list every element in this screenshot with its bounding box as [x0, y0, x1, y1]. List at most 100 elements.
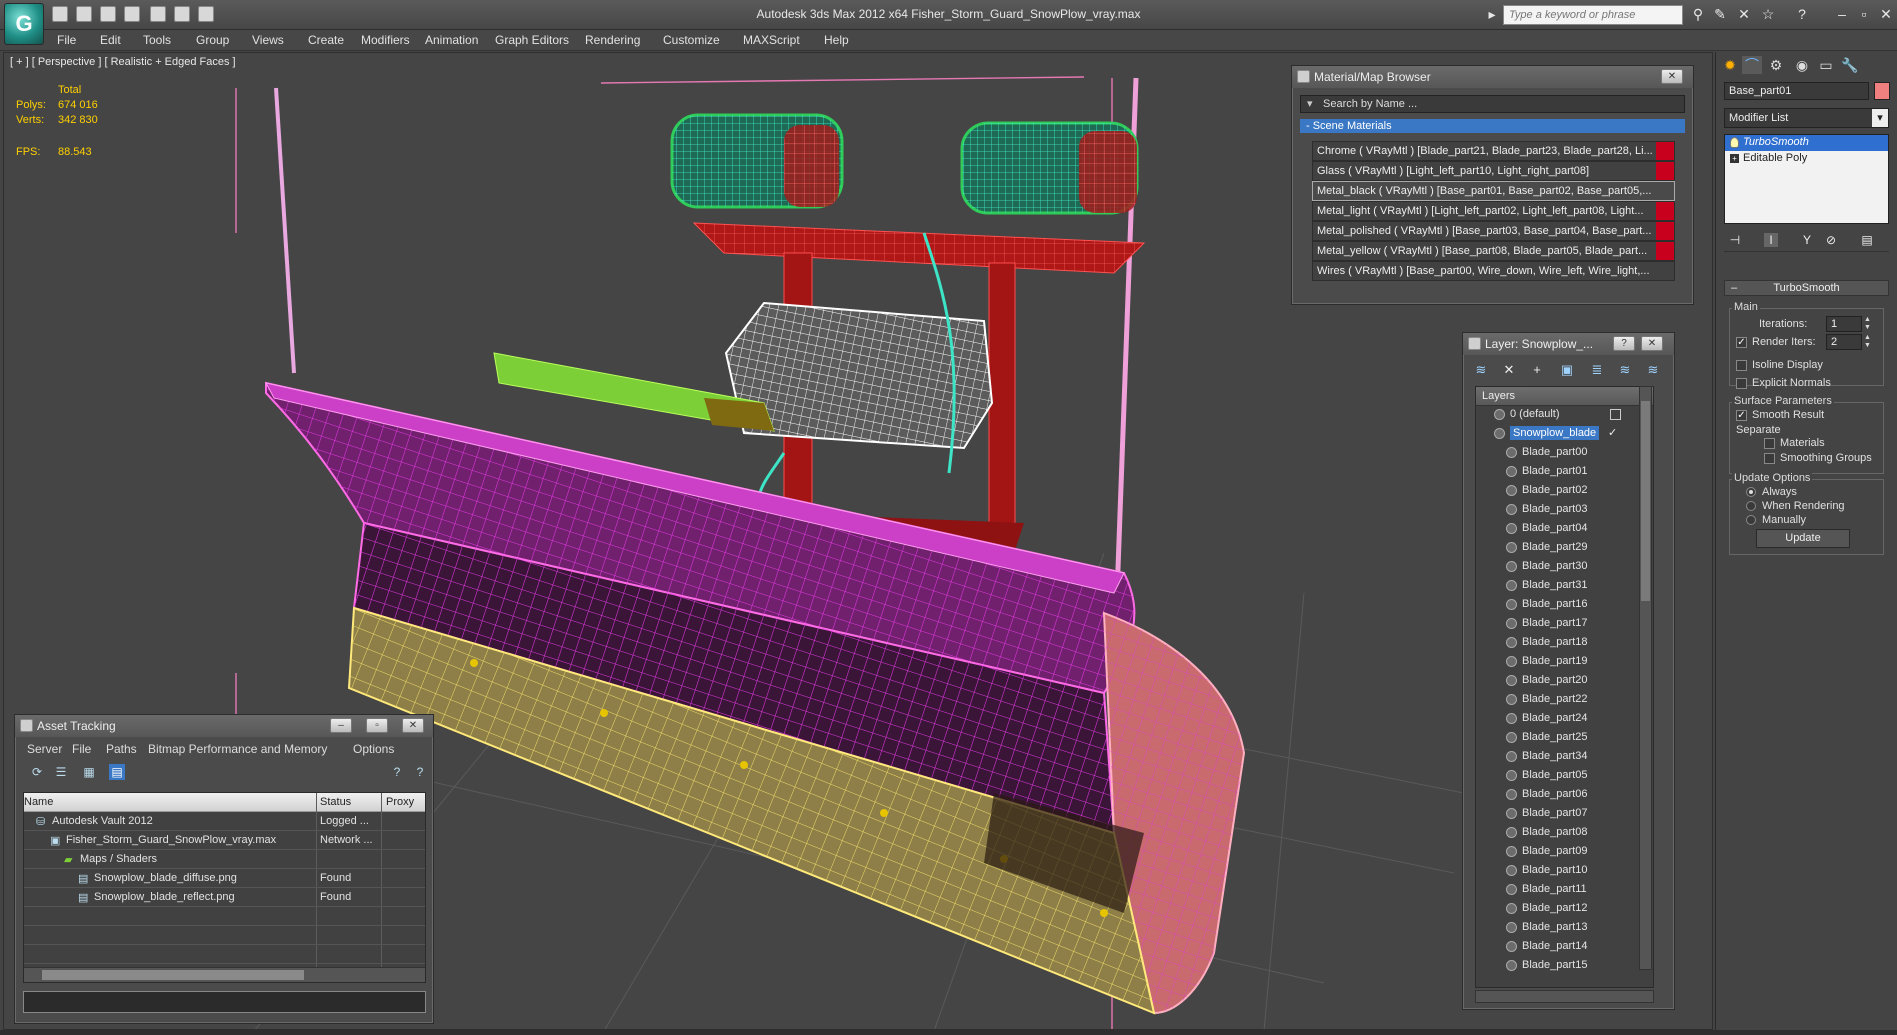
layer-item[interactable]: Blade_part03	[1476, 501, 1653, 520]
communication-center-icon[interactable]: ✕	[1736, 6, 1752, 22]
layer-item[interactable]: Blade_part08	[1476, 824, 1653, 843]
layer-item[interactable]: Blade_part17	[1476, 615, 1653, 634]
layer-vertical-scrollbar[interactable]	[1639, 386, 1652, 970]
asset-horizontal-scrollbar[interactable]	[24, 967, 425, 982]
modify-tab-icon[interactable]: ⌒	[1742, 56, 1762, 74]
layer-item[interactable]: Blade_part22	[1476, 691, 1653, 710]
update-manually-radio[interactable]	[1746, 515, 1756, 525]
object-name-field[interactable]: Base_part01	[1724, 82, 1869, 100]
material-item[interactable]: Wires ( VRayMtl ) [Base_part00, Wire_dow…	[1312, 261, 1675, 281]
iterations-spinner[interactable]: 1	[1826, 316, 1862, 332]
material-item[interactable]: Metal_light ( VRayMtl ) [Light_left_part…	[1312, 201, 1675, 221]
asset-row[interactable]: ▤ Snowplow_blade_diffuse.png Found	[24, 869, 425, 888]
help-icon[interactable]: ?	[1794, 6, 1810, 22]
binoculars-icon[interactable]: ⚲	[1690, 6, 1706, 22]
freeze-layers-icon[interactable]: ≋	[1645, 362, 1661, 378]
material-item[interactable]: Glass ( VRayMtl ) [Light_left_part10, Li…	[1312, 161, 1675, 181]
menu-help[interactable]: Help	[824, 33, 849, 47]
close-icon[interactable]: ✕	[1878, 6, 1894, 22]
asset-menu-file[interactable]: File	[72, 742, 91, 756]
select-objects-icon[interactable]: ▣	[1559, 362, 1575, 378]
current-layer-check-icon[interactable]: ✓	[1608, 426, 1617, 439]
separate-smoothing-groups-checkbox[interactable]	[1764, 453, 1775, 464]
render-iters-spinner[interactable]: 2	[1826, 334, 1862, 350]
viewport-label[interactable]: [ + ] [ Perspective ] [ Realistic + Edge…	[10, 56, 236, 68]
menu-customize[interactable]: Customize	[663, 33, 720, 47]
render-iters-checkbox[interactable]: ✓	[1736, 337, 1747, 348]
menu-rendering[interactable]: Rendering	[585, 33, 640, 47]
layers-column-header[interactable]: Layers	[1476, 387, 1653, 406]
pin-stack-icon[interactable]: ⊣	[1728, 233, 1742, 247]
isoline-display-checkbox[interactable]	[1736, 360, 1747, 371]
show-end-result-icon[interactable]: I	[1764, 233, 1778, 247]
chevron-right-icon[interactable]: ▸	[1484, 6, 1500, 22]
asset-menu-bitmap[interactable]: Bitmap Performance and Memory	[148, 742, 327, 756]
delete-layer-icon[interactable]: ✕	[1501, 362, 1517, 378]
menu-tools[interactable]: Tools	[143, 33, 171, 47]
smooth-result-checkbox[interactable]: ✓	[1736, 410, 1747, 421]
layer-item[interactable]: Blade_part24	[1476, 710, 1653, 729]
keyword-search-input[interactable]: Type a keyword or phrase	[1503, 5, 1683, 25]
layer-item[interactable]: Blade_part31	[1476, 577, 1653, 596]
lightbulb-icon[interactable]	[1730, 137, 1739, 148]
display-tab-icon[interactable]: ▭	[1816, 56, 1836, 74]
layer-item[interactable]: Blade_part29	[1476, 539, 1653, 558]
make-unique-icon[interactable]: Y	[1800, 233, 1814, 247]
column-status[interactable]: Status	[320, 796, 351, 808]
material-search-input[interactable]: Search by Name ...	[1300, 95, 1685, 113]
remove-modifier-icon[interactable]: ⊘	[1824, 233, 1838, 247]
explicit-normals-checkbox[interactable]	[1736, 378, 1747, 389]
refresh-icon[interactable]: ⟳	[29, 764, 45, 780]
asset-menu-paths[interactable]: Paths	[106, 742, 137, 756]
motion-tab-icon[interactable]: ◉	[1792, 56, 1812, 74]
layer-item[interactable]: Blade_part30	[1476, 558, 1653, 577]
help-icon[interactable]: ?	[389, 764, 405, 780]
modifier-list-dropdown[interactable]: Modifier List	[1724, 108, 1889, 128]
separate-materials-checkbox[interactable]	[1764, 438, 1775, 449]
create-tab-icon[interactable]: ✹	[1720, 56, 1740, 74]
layer-item[interactable]: Blade_part01	[1476, 463, 1653, 482]
column-name[interactable]: Name	[24, 796, 53, 808]
new-layer-icon[interactable]: ≋	[1473, 362, 1489, 378]
highlight-layer-icon[interactable]: ≣	[1589, 362, 1605, 378]
table-view-icon[interactable]: ▤	[109, 764, 125, 780]
utilities-tab-icon[interactable]: 🔧	[1840, 56, 1860, 74]
scene-materials-group[interactable]: - Scene Materials	[1300, 119, 1685, 133]
layer-item[interactable]: Blade_part02	[1476, 482, 1653, 501]
menu-animation[interactable]: Animation	[425, 33, 478, 47]
scrollbar-thumb[interactable]	[1641, 401, 1650, 601]
layer-item[interactable]: Blade_part16	[1476, 596, 1653, 615]
layer-item[interactable]: Blade_part18	[1476, 634, 1653, 653]
layer-hide-toggle[interactable]	[1610, 409, 1621, 420]
asset-menu-options[interactable]: Options	[353, 742, 394, 756]
material-browser-close-button[interactable]: ✕	[1661, 69, 1683, 84]
object-color-swatch[interactable]	[1874, 82, 1890, 100]
material-item[interactable]: Chrome ( VRayMtl ) [Blade_part21, Blade_…	[1312, 141, 1675, 161]
asset-maximize-button[interactable]: ▫	[366, 718, 388, 733]
layer-help-button[interactable]: ?	[1613, 336, 1635, 351]
asset-tracking-titlebar[interactable]: Asset Tracking – ▫ ✕	[15, 715, 433, 737]
layer-item[interactable]: Blade_part05	[1476, 767, 1653, 786]
menu-edit[interactable]: Edit	[100, 33, 121, 47]
layer-item[interactable]: Blade_part20	[1476, 672, 1653, 691]
configure-sets-icon[interactable]: ▤	[1860, 233, 1874, 247]
layer-item[interactable]: Snowplow_blade ✓	[1476, 425, 1653, 444]
menu-file[interactable]: File	[57, 33, 76, 47]
layer-item[interactable]: Blade_part04	[1476, 520, 1653, 539]
render-iters-spinner-arrows[interactable]: ▲ ▼	[1864, 334, 1872, 350]
layer-item[interactable]: Blade_part25	[1476, 729, 1653, 748]
stack-item-editable-poly[interactable]: + Editable Poly	[1725, 151, 1888, 167]
hide-layers-icon[interactable]: ≋	[1617, 362, 1633, 378]
asset-row[interactable]: ▣ Fisher_Storm_Guard_SnowPlow_vray.max Net…	[24, 831, 425, 850]
layer-item[interactable]: Blade_part19	[1476, 653, 1653, 672]
list-view-icon[interactable]: ☰	[53, 764, 69, 780]
layer-close-button[interactable]: ✕	[1641, 336, 1663, 351]
add-to-layer-icon[interactable]: +	[1529, 362, 1545, 378]
layer-item[interactable]: 0 (default)	[1476, 406, 1653, 425]
layer-item[interactable]: Blade_part15	[1476, 957, 1653, 976]
maximize-icon[interactable]: ▫	[1856, 6, 1872, 22]
context-help-icon[interactable]: ?	[412, 764, 428, 780]
update-when-rendering-radio[interactable]	[1746, 501, 1756, 511]
menu-graph-editors[interactable]: Graph Editors	[495, 33, 569, 47]
asset-minimize-button[interactable]: –	[330, 718, 352, 733]
